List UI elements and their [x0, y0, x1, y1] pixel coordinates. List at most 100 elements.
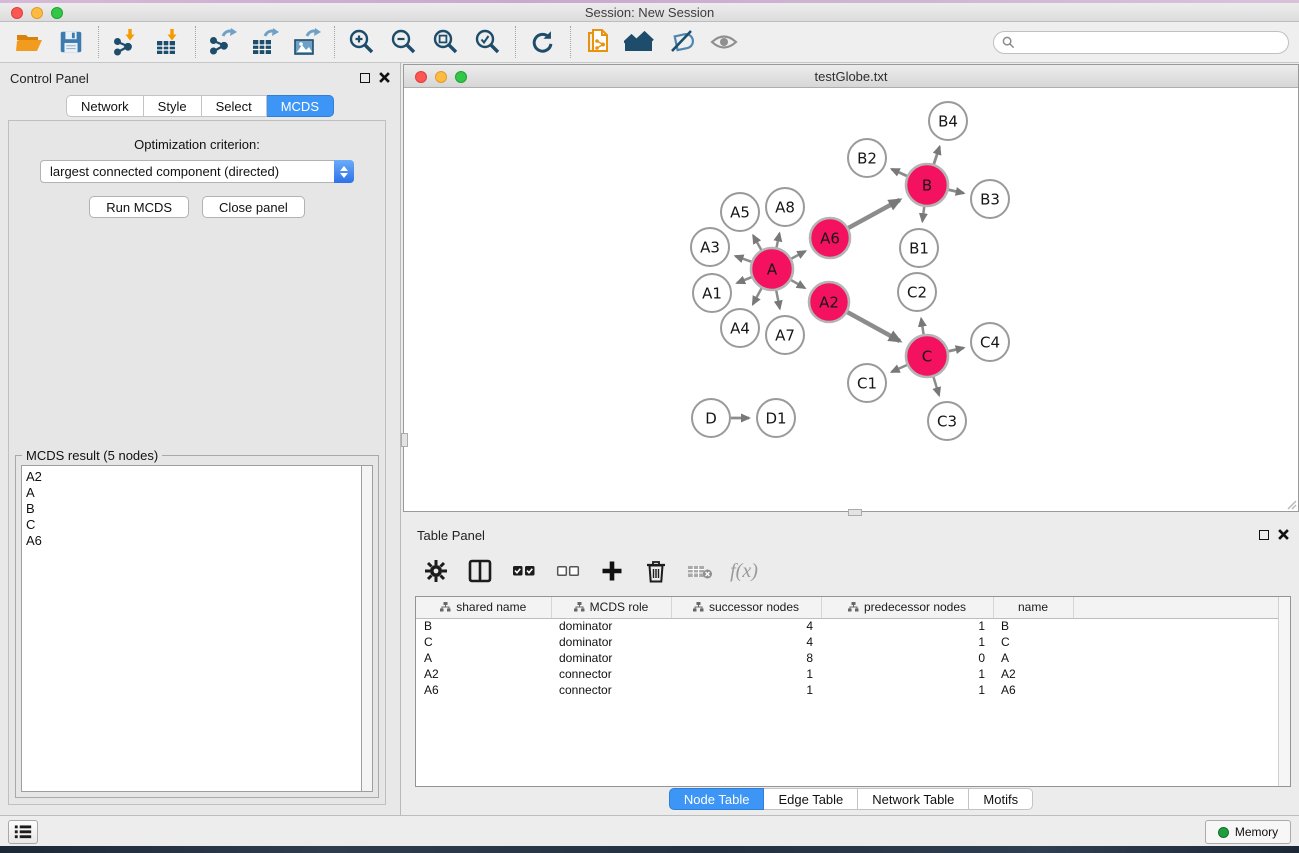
network-canvas[interactable]: B4 B2 B B3 B1 A5A8A6 A3 A A1 A2 C2 A4A7 C4 C C1 C3 D D1: [404, 88, 1298, 511]
column-header-predecessor-nodes[interactable]: predecessor nodes: [821, 597, 993, 618]
open-icon[interactable]: [8, 25, 50, 59]
deselect-all-icon[interactable]: [553, 556, 583, 586]
refresh-icon[interactable]: [522, 25, 564, 59]
home-icon[interactable]: [619, 25, 661, 59]
panel-list-icon[interactable]: [8, 820, 38, 844]
export-table-icon[interactable]: [244, 25, 286, 59]
mcds-result-list[interactable]: A2ABCA6: [21, 465, 362, 792]
mcds-result-item[interactable]: A6: [26, 533, 361, 549]
graph-node-C[interactable]: C: [906, 335, 948, 377]
close-table-panel-icon[interactable]: [1278, 529, 1289, 540]
close-panel-icon[interactable]: [379, 72, 390, 83]
export-network-icon[interactable]: [202, 25, 244, 59]
graph-node-A8[interactable]: A8: [766, 188, 804, 226]
table-row[interactable]: Cdominator41C: [416, 634, 1290, 650]
mcds-result-item[interactable]: C: [26, 517, 361, 533]
clone-network-icon[interactable]: [577, 25, 619, 59]
graph-node-A1[interactable]: A1: [693, 274, 731, 312]
float-panel-icon[interactable]: [360, 73, 370, 83]
table-scrollbar[interactable]: [1278, 597, 1290, 786]
zoom-out-icon[interactable]: [383, 25, 425, 59]
resize-corner-icon[interactable]: [1285, 498, 1297, 510]
zoom-fit-icon[interactable]: [425, 25, 467, 59]
tab-node-table[interactable]: Node Table: [669, 788, 765, 810]
splitter-handle-vertical[interactable]: [401, 433, 408, 447]
graph-node-A[interactable]: A: [751, 248, 793, 290]
graph-edge-A6-B[interactable]: [848, 200, 899, 228]
hide-labels-icon[interactable]: [661, 25, 703, 59]
graph-edge-A2-C[interactable]: [847, 312, 899, 341]
graph-edge-A-A1[interactable]: [737, 277, 752, 283]
criterion-select[interactable]: largest connected component (directed): [40, 160, 354, 183]
graph-node-B2[interactable]: B2: [848, 139, 886, 177]
splitter-handle-horizontal[interactable]: [848, 509, 862, 516]
select-all-icon[interactable]: [509, 556, 539, 586]
columns-icon[interactable]: [465, 556, 495, 586]
graph-node-D[interactable]: D: [692, 399, 730, 437]
save-icon[interactable]: [50, 25, 92, 59]
graph-node-A5[interactable]: A5: [721, 193, 759, 231]
import-table-icon[interactable]: [147, 25, 189, 59]
search-input[interactable]: [1020, 36, 1288, 50]
export-image-icon[interactable]: [286, 25, 328, 59]
column-header-mcds-role[interactable]: MCDS role: [551, 597, 671, 618]
import-network-icon[interactable]: [105, 25, 147, 59]
table-row[interactable]: Bdominator41B: [416, 618, 1290, 634]
mcds-result-item[interactable]: B: [26, 501, 361, 517]
graph-edge-B-B4[interactable]: [934, 147, 940, 164]
graph-edge-A-A4[interactable]: [753, 288, 762, 304]
table-row[interactable]: A2connector11A2: [416, 666, 1290, 682]
tab-network-table[interactable]: Network Table: [858, 788, 969, 810]
graph-edge-A-A3[interactable]: [735, 256, 751, 262]
add-column-icon[interactable]: [597, 556, 627, 586]
zoom-selected-icon[interactable]: [467, 25, 509, 59]
table-row[interactable]: A6connector11A6: [416, 682, 1290, 698]
delete-table-icon[interactable]: [685, 556, 715, 586]
column-header-name[interactable]: name: [993, 597, 1073, 618]
graph-node-C2[interactable]: C2: [898, 273, 936, 311]
tab-edge-table[interactable]: Edge Table: [764, 788, 858, 810]
graph-node-B1[interactable]: B1: [900, 229, 938, 267]
function-builder-icon[interactable]: f(x): [729, 556, 759, 586]
tab-motifs[interactable]: Motifs: [969, 788, 1033, 810]
graph-node-A2[interactable]: A2: [809, 282, 849, 322]
graph-node-B4[interactable]: B4: [929, 102, 967, 140]
zoom-in-icon[interactable]: [341, 25, 383, 59]
node-table[interactable]: shared nameMCDS rolesuccessor nodesprede…: [415, 596, 1291, 787]
graph-node-C3[interactable]: C3: [928, 402, 966, 440]
tab-mcds[interactable]: MCDS: [267, 95, 334, 117]
graph-edge-C-C2[interactable]: [921, 319, 923, 335]
graph-edge-A-A5[interactable]: [753, 236, 761, 250]
graph-node-A6[interactable]: A6: [810, 218, 850, 258]
eye-icon[interactable]: [703, 25, 745, 59]
network-window-titlebar[interactable]: testGlobe.txt: [404, 65, 1298, 88]
delete-column-icon[interactable]: [641, 556, 671, 586]
float-table-panel-icon[interactable]: [1259, 530, 1269, 540]
graph-node-D1[interactable]: D1: [757, 399, 795, 437]
graph-node-A4[interactable]: A4: [721, 309, 759, 347]
graph-node-C4[interactable]: C4: [971, 323, 1009, 361]
graph-node-A3[interactable]: A3: [691, 228, 729, 266]
graph-edge-C-C3[interactable]: [933, 377, 939, 395]
graph-edge-A-A6[interactable]: [791, 251, 805, 258]
gear-icon[interactable]: [421, 556, 451, 586]
memory-button[interactable]: Memory: [1205, 820, 1291, 844]
graph-edge-B-B1[interactable]: [922, 207, 924, 221]
graph-node-C1[interactable]: C1: [848, 364, 886, 402]
mcds-list-scrollbar[interactable]: [362, 465, 373, 792]
graph-edge-A-A7[interactable]: [776, 291, 780, 309]
graph-node-B3[interactable]: B3: [971, 180, 1009, 218]
search-box[interactable]: [993, 31, 1289, 54]
graph-edge-B-B2[interactable]: [892, 169, 907, 176]
tab-select[interactable]: Select: [202, 95, 267, 117]
graph-edge-C-C4[interactable]: [948, 348, 963, 351]
graph-edge-A-A2[interactable]: [791, 280, 805, 288]
graph-node-B[interactable]: B: [906, 164, 948, 206]
column-header-successor-nodes[interactable]: successor nodes: [671, 597, 821, 618]
close-panel-button[interactable]: Close panel: [202, 196, 305, 218]
graph-edge-B-B3[interactable]: [948, 190, 963, 193]
graph-edge-A-A8[interactable]: [777, 233, 780, 247]
graph-node-A7[interactable]: A7: [766, 316, 804, 354]
table-row[interactable]: Adominator80A: [416, 650, 1290, 666]
tab-style[interactable]: Style: [144, 95, 202, 117]
